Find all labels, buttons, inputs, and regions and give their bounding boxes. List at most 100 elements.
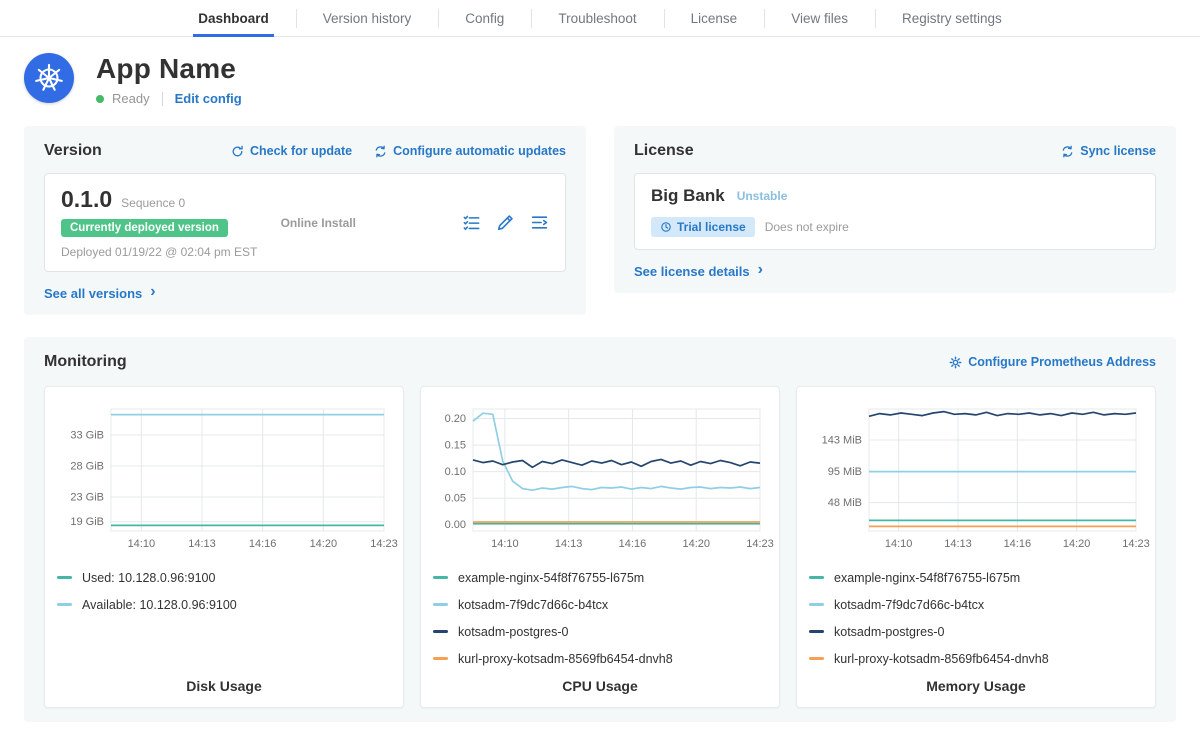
- check-for-update-link[interactable]: Check for update: [231, 144, 352, 158]
- svg-text:14:23: 14:23: [370, 538, 398, 550]
- svg-text:0.20: 0.20: [445, 413, 466, 425]
- version-number-row: 0.1.0 Sequence 0: [61, 186, 185, 213]
- disk-usage-plot: 19 GiB23 GiB28 GiB33 GiB14:1014:1314:161…: [57, 399, 391, 555]
- svg-text:48 MiB: 48 MiB: [828, 497, 862, 509]
- sync-license-link[interactable]: Sync license: [1061, 144, 1156, 158]
- legend-color-dash: [433, 576, 448, 579]
- tab-dashboard[interactable]: Dashboard: [171, 0, 296, 36]
- sync-license-label: Sync license: [1080, 144, 1156, 158]
- legend-label: Available: 10.128.0.96:9100: [82, 598, 237, 612]
- disk-usage-legend: Used: 10.128.0.96:9100 Available: 10.128.…: [57, 564, 391, 618]
- tab-config[interactable]: Config: [438, 0, 531, 36]
- legend-item: Available: 10.128.0.96:9100: [57, 591, 391, 618]
- license-details-card: Big Bank Unstable Trial license Does not…: [634, 173, 1156, 250]
- version-number: 0.1.0: [61, 186, 112, 213]
- chart-title: Memory Usage: [809, 672, 1143, 694]
- chart-title: Disk Usage: [57, 672, 391, 694]
- legend-color-dash: [57, 576, 72, 579]
- svg-text:19 GiB: 19 GiB: [70, 516, 104, 528]
- legend-item: kotsadm-postgres-0: [433, 618, 767, 645]
- legend-label: kurl-proxy-kotsadm-8569fb6454-dnvh8: [458, 652, 673, 666]
- cpu-usage-chart-card: 0.000.050.100.150.2014:1014:1314:1614:20…: [420, 386, 780, 708]
- memory-usage-legend: example-nginx-54f8f76755-l675m kotsadm-7f…: [809, 564, 1143, 672]
- cpu-usage-legend: example-nginx-54f8f76755-l675mkotsadm-7f…: [433, 564, 767, 672]
- svg-text:14:10: 14:10: [491, 538, 519, 550]
- legend-color-dash: [433, 603, 448, 606]
- legend-item: kotsadm-7f9dc7d66c-b4tcx: [809, 591, 1143, 618]
- legend-label: kotsadm-7f9dc7d66c-b4tcx: [834, 598, 984, 612]
- svg-text:14:20: 14:20: [682, 538, 710, 550]
- configure-prometheus-link[interactable]: Configure Prometheus Address: [949, 355, 1156, 369]
- edit-yaml-icon[interactable]: [496, 213, 515, 232]
- sync-icon: [1061, 145, 1074, 158]
- release-notes-icon[interactable]: [462, 213, 481, 232]
- gear-icon: [949, 356, 962, 369]
- trial-license-badge: Trial license: [651, 217, 755, 237]
- svg-text:14:16: 14:16: [619, 538, 647, 550]
- tab-registry-settings[interactable]: Registry settings: [875, 0, 1029, 36]
- license-card-header: License Sync license: [634, 142, 1156, 160]
- configure-automatic-updates-link[interactable]: Configure automatic updates: [374, 144, 566, 158]
- tab-license[interactable]: License: [664, 0, 765, 36]
- tab-view-files[interactable]: View files: [764, 0, 875, 36]
- svg-text:14:10: 14:10: [128, 538, 156, 550]
- tab-version-history[interactable]: Version history: [296, 0, 439, 36]
- version-card-links: Check for update Configure automatic upd…: [231, 144, 566, 158]
- app-title: App Name: [96, 53, 242, 85]
- legend-item: kurl-proxy-kotsadm-8569fb6454-dnvh8: [433, 645, 767, 672]
- see-license-details-label: See license details: [634, 264, 750, 279]
- legend-color-dash: [809, 657, 824, 660]
- check-for-update-label: Check for update: [250, 144, 352, 158]
- refresh-icon: [231, 145, 244, 158]
- deploy-logs-icon[interactable]: [530, 213, 549, 232]
- chevron-right-icon: ›: [758, 262, 763, 278]
- svg-text:14:23: 14:23: [1122, 538, 1150, 550]
- license-card: License Sync license Big Bank Unstable T…: [614, 126, 1176, 293]
- svg-text:23 GiB: 23 GiB: [70, 492, 104, 504]
- tab-troubleshoot[interactable]: Troubleshoot: [531, 0, 663, 36]
- install-type-label: Online Install: [281, 216, 462, 230]
- license-card-title: License: [634, 142, 694, 160]
- svg-text:0.05: 0.05: [445, 493, 466, 505]
- svg-text:33 GiB: 33 GiB: [70, 430, 104, 442]
- sequence-label: Sequence 0: [121, 196, 185, 210]
- chevron-right-icon: ›: [150, 284, 155, 300]
- legend-color-dash: [809, 603, 824, 606]
- legend-color-dash: [57, 603, 72, 606]
- version-actions: [462, 213, 549, 232]
- svg-text:14:23: 14:23: [746, 538, 774, 550]
- see-license-details-link[interactable]: See license details ›: [634, 263, 763, 279]
- legend-label: example-nginx-54f8f76755-l675m: [834, 571, 1020, 585]
- svg-text:14:20: 14:20: [1063, 538, 1091, 550]
- legend-item: kotsadm-7f9dc7d66c-b4tcx: [433, 591, 767, 618]
- legend-item: kurl-proxy-kotsadm-8569fb6454-dnvh8: [809, 645, 1143, 672]
- clock-icon: [660, 221, 672, 233]
- monitoring-header: Monitoring Configure Prometheus Address: [44, 353, 1156, 371]
- app-meta: App Name Ready Edit config: [96, 53, 242, 106]
- svg-text:14:16: 14:16: [249, 538, 277, 550]
- memory-usage-chart-card: 48 MiB95 MiB143 MiB14:1014:1314:1614:201…: [796, 386, 1156, 708]
- svg-text:143 MiB: 143 MiB: [822, 435, 862, 447]
- edit-config-link[interactable]: Edit config: [175, 91, 242, 106]
- license-name-row: Big Bank Unstable: [651, 186, 1139, 206]
- trial-license-label: Trial license: [677, 220, 746, 234]
- svg-text:0.10: 0.10: [445, 466, 466, 478]
- version-card: Version Check for update Configure autom…: [24, 126, 586, 315]
- svg-text:14:10: 14:10: [885, 538, 913, 550]
- deployed-timestamp: Deployed 01/19/22 @ 02:04 pm EST: [61, 245, 257, 259]
- ready-status-dot: [96, 95, 104, 103]
- legend-label: kotsadm-postgres-0: [458, 625, 568, 639]
- see-all-versions-link[interactable]: See all versions ›: [44, 285, 156, 301]
- legend-label: kotsadm-postgres-0: [834, 625, 944, 639]
- cpu-usage-plot: 0.000.050.100.150.2014:1014:1314:1614:20…: [433, 399, 767, 555]
- license-badge-row: Trial license Does not expire: [651, 217, 1139, 237]
- version-card-header: Version Check for update Configure autom…: [44, 142, 566, 160]
- legend-label: Used: 10.128.0.96:9100: [82, 571, 215, 585]
- version-info: 0.1.0 Sequence 0 Currently deployed vers…: [61, 186, 281, 259]
- kubernetes-logo-icon: [24, 53, 74, 103]
- svg-text:14:13: 14:13: [188, 538, 216, 550]
- legend-label: kurl-proxy-kotsadm-8569fb6454-dnvh8: [834, 652, 1049, 666]
- svg-text:28 GiB: 28 GiB: [70, 461, 104, 473]
- legend-item: example-nginx-54f8f76755-l675m: [809, 564, 1143, 591]
- cards-row: Version Check for update Configure autom…: [0, 126, 1200, 315]
